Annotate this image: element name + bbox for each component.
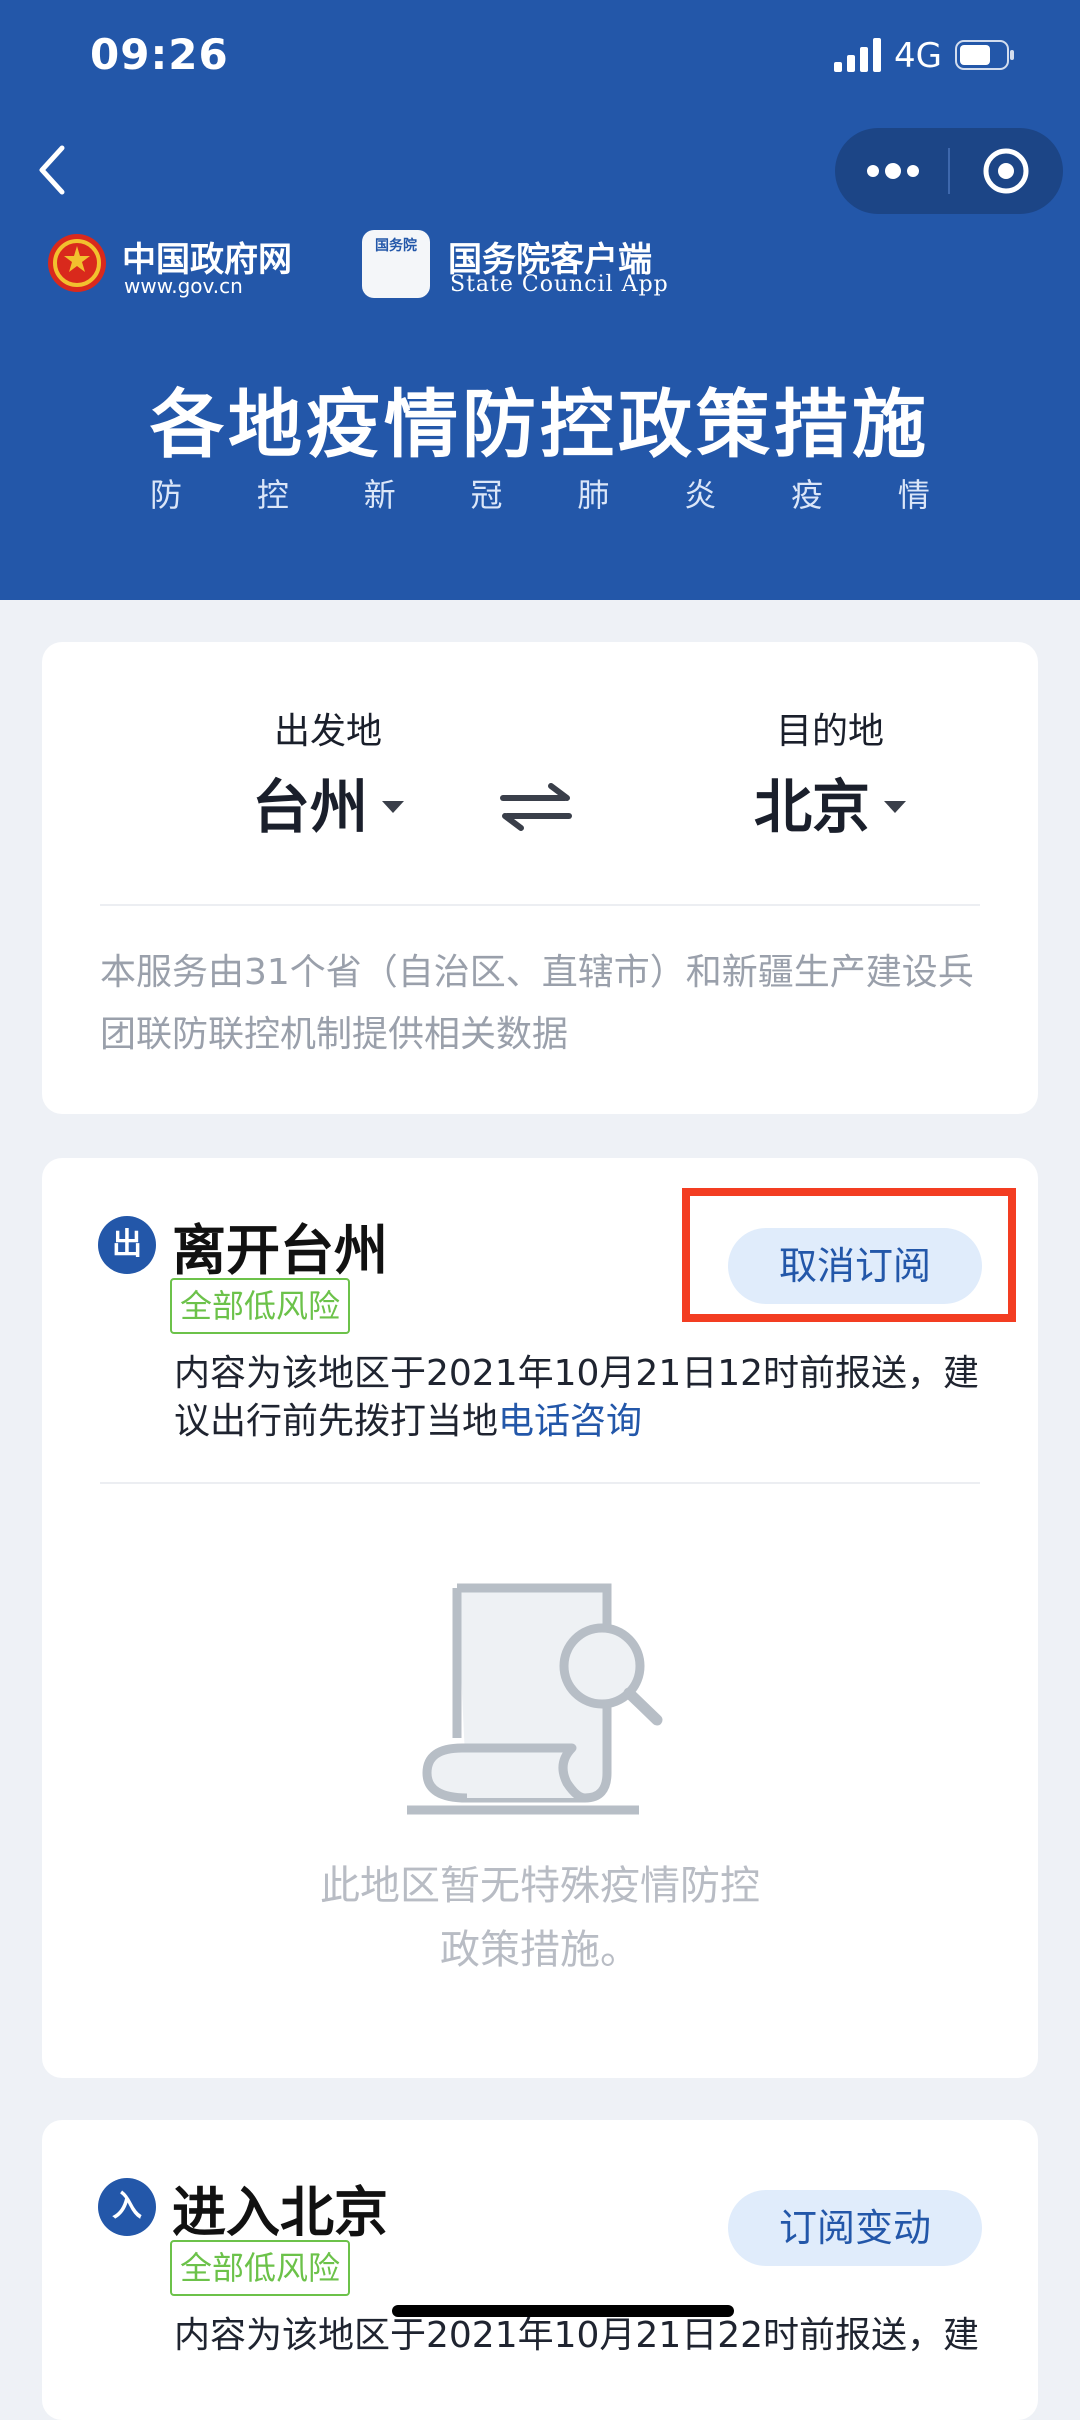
enter-title: 进入北京 [172, 2181, 388, 2244]
cellular-signal-icon [834, 38, 881, 72]
enter-badge: 入 [98, 2178, 156, 2236]
origin-label: 出发地 [273, 711, 382, 752]
risk-level-tag: 全部低风险 [170, 1278, 351, 1334]
back-arrow-icon[interactable] [30, 140, 80, 200]
exit-policy-card: 出 离开台州 全部低风险 取消订阅 内容为该地区于2021年10月21日12时前… [42, 1158, 1038, 2078]
empty-state-line: 政策措施。 [440, 1927, 640, 1973]
document-search-icon [407, 1583, 663, 1815]
subtitle-char: 控 [256, 476, 289, 514]
divider [100, 1482, 980, 1484]
subtitle-char: 防 [150, 476, 183, 514]
national-emblem-icon [48, 234, 106, 292]
app-name-english: State Council App [450, 272, 669, 297]
destination-value: 北京 [753, 773, 870, 841]
more-options-icon[interactable] [835, 128, 948, 214]
partner-logos: 中国政府网 www.gov.cn 国务院 国务院客户端 State Counci… [46, 228, 746, 300]
state-council-app-icon: 国务院 [362, 230, 430, 298]
subtitle-char: 冠 [470, 476, 503, 514]
data-source-note: 本服务由31个省（自治区、直辖市）和新疆生产建设兵团联防联控机制提供相关数据 [100, 952, 974, 1055]
report-note: 内容为该地区于2021年10月21日12时前报送，建议出行前先拨打当地电话咨询 [174, 1350, 994, 1446]
app-icon-label: 国务院 [375, 238, 417, 254]
app-header: 09:26 4G 中国政府网 www.gov.cn 国务院 国务院客户端 Sta… [0, 0, 1080, 600]
route-card: 出发地 台州 目的地 北京 本服务由31个省（自治区、直辖市）和新疆生产建设兵团… [42, 642, 1038, 1114]
subtitle-char: 新 [363, 476, 396, 514]
battery-icon [955, 40, 1014, 70]
subtitle-char: 情 [897, 476, 930, 514]
status-time: 09:26 [90, 30, 229, 79]
report-note: 内容为该地区于2021年10月21日22时前报送，建 [174, 2312, 994, 2360]
enter-policy-card: 入 进入北京 全部低风险 订阅变动 内容为该地区于2021年10月21日22时前… [42, 2120, 1038, 2420]
exit-badge: 出 [98, 1216, 156, 1274]
subtitle-char: 疫 [791, 476, 824, 514]
chevron-down-icon [382, 800, 404, 813]
exit-title: 离开台州 [172, 1219, 388, 1282]
subtitle-char: 炎 [684, 476, 717, 514]
report-note-text: 内容为该地区于2021年10月21日22时前报送，建 [174, 2315, 980, 2356]
destination-selector[interactable]: 北京 [700, 760, 960, 844]
swap-direction-icon[interactable] [499, 782, 573, 832]
page-title: 各地疫情防控政策措施 [150, 382, 930, 468]
risk-level-tag: 全部低风险 [170, 2240, 351, 2296]
unsubscribe-button[interactable]: 取消订阅 [728, 1228, 982, 1304]
subtitle-char: 肺 [577, 476, 610, 514]
gov-site-url: www.gov.cn [124, 274, 243, 298]
origin-selector[interactable]: 台州 [198, 760, 458, 844]
network-type: 4G [894, 36, 942, 76]
empty-state-line: 此地区暂无特殊疫情防控 [320, 1863, 760, 1909]
status-bar: 09:26 4G [0, 0, 1080, 120]
miniprogram-capsule [835, 128, 1063, 214]
home-indicator [392, 2305, 734, 2317]
empty-state-text: 此地区暂无特殊疫情防控 政策措施。 [42, 1854, 1038, 1982]
origin-value: 台州 [251, 773, 368, 841]
page-subtitle: 防 控 新 冠 肺 炎 疫 情 [150, 470, 930, 516]
chevron-down-icon [884, 800, 906, 813]
divider [100, 904, 980, 906]
destination-label: 目的地 [775, 711, 884, 752]
phone-consult-link[interactable]: 电话咨询 [498, 1401, 642, 1442]
subscribe-changes-button[interactable]: 订阅变动 [728, 2190, 982, 2266]
close-target-icon[interactable] [950, 128, 1063, 214]
